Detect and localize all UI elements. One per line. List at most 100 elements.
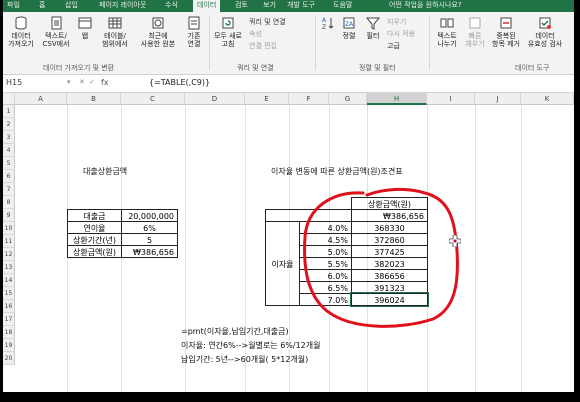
row-header[interactable]: 12 <box>3 248 15 261</box>
data-validation-button[interactable]: 데이터 유효성 검사 <box>525 16 565 48</box>
flash-fill-button[interactable]: 빠른 채우기 <box>463 16 487 48</box>
tab-data[interactable]: 데이터 <box>193 0 221 12</box>
column-header-h[interactable]: H <box>367 93 427 105</box>
insert-function-icon[interactable]: fx <box>101 77 109 89</box>
table-icon <box>108 17 122 29</box>
row-header[interactable]: 4 <box>3 144 15 157</box>
cancel-icon[interactable]: ✕ <box>79 78 85 87</box>
gridline <box>521 105 522 392</box>
flash-fill-label: 빠른 채우기 <box>465 32 485 48</box>
tab-view[interactable]: 보기 <box>263 0 276 12</box>
column-header-d[interactable]: D <box>185 93 245 105</box>
video-frame: 파일 홈 삽입 페이지 레이아웃 수식 데이터 검토 보기 개발 도구 도움말 … <box>0 0 580 402</box>
sort-button[interactable]: ZA 정렬 <box>339 16 359 40</box>
row-header[interactable]: 11 <box>3 235 15 248</box>
enter-icon[interactable]: ✓ <box>89 78 95 87</box>
text-to-columns-icon <box>440 18 454 28</box>
group-queries-connections: 쿼리 및 연결 <box>237 64 274 72</box>
note-term: 납입기간: 5년-->60개월( 5*12개월) <box>181 355 309 364</box>
advanced-filter-button[interactable]: 고급 <box>387 42 400 51</box>
from-web-label: 웹 <box>81 32 89 40</box>
text-to-columns-label: 텍스트 나누기 <box>437 32 457 48</box>
column-header-f[interactable]: F <box>289 93 329 105</box>
text-to-columns-button[interactable]: 텍스트 나누기 <box>433 16 461 48</box>
row-header[interactable]: 3 <box>3 131 15 144</box>
tab-page-layout[interactable]: 페이지 레이아웃 <box>99 0 146 12</box>
ribbon-separator <box>429 16 430 70</box>
payment-label[interactable]: 상환금액(원) <box>67 245 122 258</box>
worksheet-grid[interactable]: A B C D E F G H I J K 1 2 3 4 5 6 7 8 9 … <box>3 93 574 392</box>
clear-filter-button[interactable]: 지우기 <box>387 18 406 27</box>
properties-button[interactable]: 속성 <box>249 30 262 39</box>
reapply-filter-button[interactable]: 다시 적용 <box>387 30 415 39</box>
edit-links-button[interactable]: 연결 편집 <box>249 42 277 51</box>
existing-connections-button[interactable]: 기존 연결 <box>183 16 205 48</box>
select-all-corner[interactable] <box>3 93 15 105</box>
row-header[interactable]: 14 <box>3 274 15 287</box>
tab-review[interactable]: 검토 <box>235 0 248 12</box>
row-header[interactable]: 16 <box>3 300 15 313</box>
column-header-a[interactable]: A <box>15 93 67 105</box>
row-header[interactable]: 5 <box>3 157 15 170</box>
filter-button[interactable]: 필터 <box>363 16 383 40</box>
web-icon <box>78 17 92 29</box>
recent-sources-icon <box>152 17 164 29</box>
row-header[interactable]: 9 <box>3 209 15 222</box>
tab-file[interactable]: 파일 <box>7 0 20 12</box>
from-text-csv-button[interactable]: 텍스트/ CSV에서 <box>39 16 73 48</box>
tab-home[interactable]: 홈 <box>39 0 45 12</box>
refresh-all-button[interactable]: 모두 새로 고침 <box>213 16 243 48</box>
existing-connections-label: 기존 연결 <box>187 32 201 48</box>
from-web-button[interactable]: 웹 <box>77 16 93 40</box>
text-file-icon <box>51 16 62 30</box>
column-header-i[interactable]: I <box>427 93 475 105</box>
row-header[interactable]: 2 <box>3 118 15 131</box>
name-box-dropdown-icon[interactable]: ▾ <box>67 78 71 87</box>
group-sort-filter: 정렬 및 필터 <box>359 64 396 72</box>
remove-duplicates-button[interactable]: 중복된 항목 제거 <box>489 16 523 48</box>
recent-sources-label: 최근에 사용한 원본 <box>140 32 176 48</box>
row-header[interactable]: 17 <box>3 313 15 326</box>
filter-icon <box>366 17 380 30</box>
note-formula: =pmt(이자율,납입기간,대출금) <box>181 327 289 336</box>
refresh-icon <box>222 17 234 29</box>
column-header-e[interactable]: E <box>245 93 289 105</box>
row-header[interactable]: 15 <box>3 287 15 300</box>
row-header[interactable]: 13 <box>3 261 15 274</box>
row-header[interactable]: 6 <box>3 170 15 183</box>
row-header[interactable]: 20 <box>3 352 15 365</box>
tab-help[interactable]: 도움말 <box>333 0 352 12</box>
row-header[interactable]: 7 <box>3 183 15 196</box>
row-header[interactable]: 19 <box>3 339 15 352</box>
name-box[interactable]: H15 <box>6 77 66 89</box>
column-header-g[interactable]: G <box>329 93 367 105</box>
tell-me-search[interactable]: 어떤 작업을 원하시나요? <box>389 0 462 12</box>
row-header[interactable]: 18 <box>3 326 15 339</box>
ribbon-tab-bar: 파일 홈 삽입 페이지 레이아웃 수식 데이터 검토 보기 개발 도구 도움말 … <box>3 0 574 12</box>
svg-text:Z: Z <box>322 24 326 30</box>
from-table-button[interactable]: 테이블/ 범위에서 <box>97 16 133 48</box>
row-header[interactable]: 10 <box>3 222 15 235</box>
column-header-c[interactable]: C <box>121 93 185 105</box>
formula-bar: H15 ▾ ✕ ✓ fx {=TABLE(,C9)} <box>3 75 574 93</box>
column-header-j[interactable]: J <box>475 93 521 105</box>
tab-formulas[interactable]: 수식 <box>165 0 178 12</box>
sort-az-icon: AZ <box>322 17 334 30</box>
formula-input[interactable]: {=TABLE(,C9)} <box>149 77 210 89</box>
queries-connections-button[interactable]: 쿼리 및 연결 <box>249 18 286 27</box>
remove-duplicates-icon <box>500 17 512 29</box>
recent-sources-button[interactable]: 최근에 사용한 원본 <box>137 16 179 48</box>
column-header-b[interactable]: B <box>67 93 121 105</box>
ribbon: 데이터 가져오기 텍스트/ CSV에서 웹 테이블/ 범위에서 최근에 사용한 … <box>3 12 574 75</box>
tab-developer[interactable]: 개발 도구 <box>287 0 315 12</box>
row-header[interactable]: 8 <box>3 196 15 209</box>
get-data-button[interactable]: 데이터 가져오기 <box>6 16 36 48</box>
loan-title: 대출상환금액 <box>83 167 128 176</box>
sort-az-button[interactable]: AZ <box>319 16 337 32</box>
gridline <box>475 105 476 392</box>
row-header[interactable]: 1 <box>3 105 15 118</box>
tab-insert[interactable]: 삽입 <box>65 0 78 12</box>
refresh-all-label: 모두 새로 고침 <box>214 32 242 48</box>
column-header-k[interactable]: K <box>521 93 574 105</box>
payment-value[interactable]: ₩386,656 <box>121 245 178 258</box>
